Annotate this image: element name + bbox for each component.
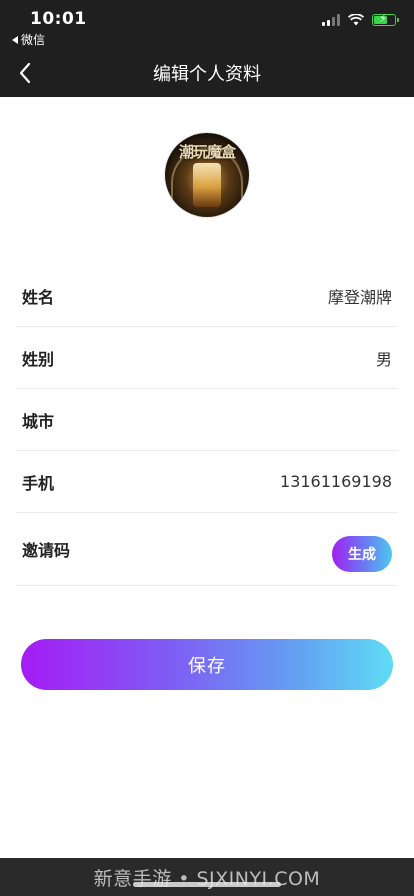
home-indicator[interactable] xyxy=(133,882,281,887)
back-triangle-icon xyxy=(12,35,18,44)
top-bar: 10:01 微信 ⚡ 编辑个人资料 xyxy=(0,0,414,97)
status-time: 10:01 xyxy=(30,9,87,29)
footer-watermark-bar: 新意手游 • SJXINYI.COM xyxy=(0,858,414,896)
page-title: 编辑个人资料 xyxy=(153,64,261,85)
generate-invite-code-button[interactable]: 生成 xyxy=(332,536,392,572)
save-button[interactable]: 保存 xyxy=(21,639,393,690)
phone-value[interactable]: 13161169198 xyxy=(280,472,392,491)
invite-code-label: 邀请码 xyxy=(22,541,71,560)
name-label: 姓名 xyxy=(22,287,55,307)
form-row-name[interactable]: 姓名 摩登潮牌 xyxy=(16,265,398,327)
wifi-icon xyxy=(348,14,364,26)
avatar[interactable]: 潮玩魔盒 xyxy=(165,133,249,217)
form-row-phone[interactable]: 手机 13161169198 xyxy=(16,451,398,513)
form-row-gender[interactable]: 姓别 男 xyxy=(16,327,398,389)
back-app-label: 微信 xyxy=(21,33,46,47)
form-row-city[interactable]: 城市 xyxy=(16,389,398,451)
status-icons: ⚡ xyxy=(322,13,399,26)
battery-icon: ⚡ xyxy=(372,13,399,26)
navigation-bar: 编辑个人资料 xyxy=(0,50,414,95)
profile-form: 姓名 摩登潮牌 姓别 男 城市 手机 13161169198 邀请码 生成 xyxy=(16,265,398,586)
status-bar: 10:01 微信 ⚡ xyxy=(0,6,414,48)
city-label: 城市 xyxy=(22,411,55,431)
avatar-image-text: 潮玩魔盒 xyxy=(178,143,236,161)
form-row-invite-code: 邀请码 生成 xyxy=(16,513,398,586)
gender-label: 姓别 xyxy=(22,349,55,369)
gender-value[interactable]: 男 xyxy=(376,346,392,370)
back-to-app-link[interactable]: 微信 xyxy=(12,31,45,48)
name-value[interactable]: 摩登潮牌 xyxy=(328,284,392,308)
cellular-signal-icon xyxy=(322,14,340,26)
phone-label: 手机 xyxy=(22,473,55,493)
